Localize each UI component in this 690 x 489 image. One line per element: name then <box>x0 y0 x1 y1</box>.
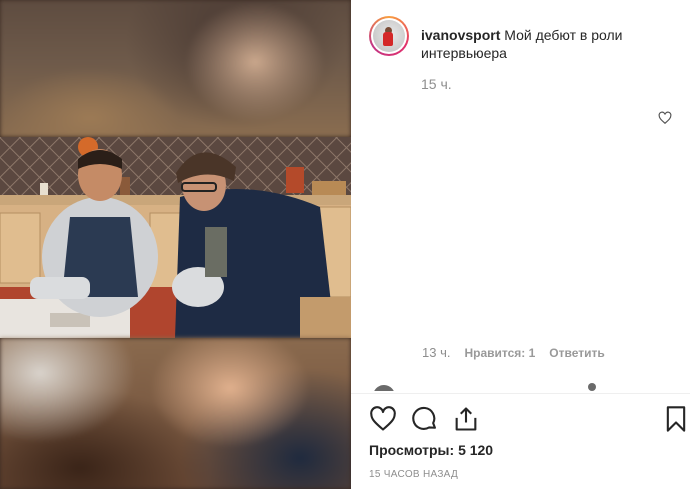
comment-timestamp[interactable]: 13 ч. <box>422 345 450 360</box>
comment-reply-button[interactable]: Ответить <box>549 346 604 360</box>
caption-text: ivanovsport Мой дебют в роли интервьюера <box>421 26 641 62</box>
comment-bubble-icon[interactable] <box>411 405 439 433</box>
views-count[interactable]: Просмотры: 5 120 <box>369 442 493 458</box>
heart-icon-small[interactable] <box>658 111 672 125</box>
comment-meta: 13 ч. Нравится: 1 Ответить <box>422 345 605 360</box>
action-bar: Просмотры: 5 120 15 часов назад <box>351 393 690 489</box>
video-blurred-background-top <box>0 0 351 137</box>
username-link[interactable]: ivanovsport <box>421 27 500 43</box>
views-value: 5 120 <box>458 442 494 458</box>
bookmark-icon[interactable] <box>662 405 690 433</box>
comment-likes-button[interactable]: Нравится: 1 <box>464 346 535 360</box>
caption-timestamp[interactable]: 15 ч. <box>421 76 452 92</box>
avatar-image <box>373 20 405 52</box>
post-details-panel: ivanovsport Мой дебют в роли интервьюера… <box>351 0 690 489</box>
heart-icon[interactable] <box>369 405 397 433</box>
views-label: Просмотры: <box>369 442 455 458</box>
post-media[interactable] <box>0 0 351 489</box>
video-still <box>0 137 351 338</box>
post-timestamp[interactable]: 15 часов назад <box>369 469 458 480</box>
avatar[interactable] <box>369 16 409 56</box>
next-comment-peek <box>373 381 673 391</box>
video-blurred-background-bottom <box>0 338 351 489</box>
share-icon[interactable] <box>452 405 480 433</box>
video-frame[interactable] <box>0 137 351 338</box>
